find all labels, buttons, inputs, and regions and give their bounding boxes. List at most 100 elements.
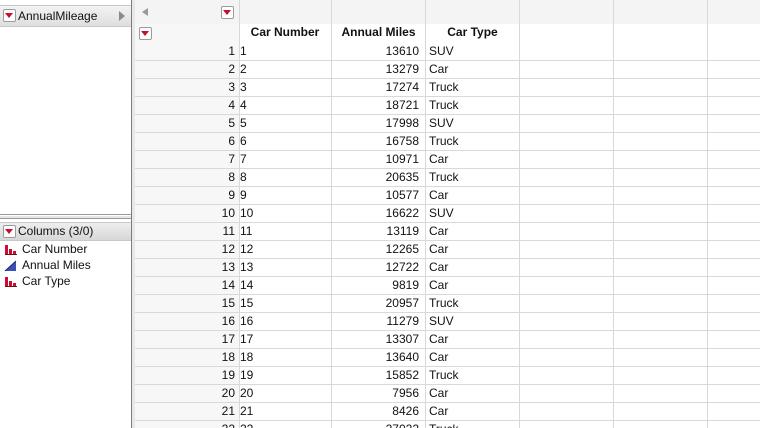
row-number[interactable]: 3 bbox=[135, 80, 235, 95]
car-type-cell[interactable]: Truck bbox=[429, 170, 519, 185]
car-type-cell[interactable]: Truck bbox=[429, 296, 519, 311]
scroll-left-icon[interactable] bbox=[142, 8, 148, 16]
table-row[interactable]: 11 11 13119 Car bbox=[135, 222, 760, 241]
car-type-cell[interactable]: SUV bbox=[429, 206, 519, 221]
row-number[interactable]: 1 bbox=[135, 44, 235, 59]
annual-miles-cell[interactable]: 10971 bbox=[331, 152, 419, 167]
row-number[interactable]: 19 bbox=[135, 368, 235, 383]
row-number[interactable]: 5 bbox=[135, 116, 235, 131]
table-row[interactable]: 222227022Truck bbox=[135, 420, 760, 428]
row-number[interactable]: 15 bbox=[135, 296, 235, 311]
car-number-cell[interactable]: 18 bbox=[240, 350, 330, 365]
annual-miles-cell[interactable]: 12265 bbox=[331, 242, 419, 257]
columns-menu-triangle-icon[interactable] bbox=[3, 225, 16, 238]
car-number-cell[interactable]: 15 bbox=[240, 296, 330, 311]
annual-miles-cell[interactable]: 8426 bbox=[331, 404, 419, 419]
car-type-cell[interactable]: SUV bbox=[429, 116, 519, 131]
annual-miles-cell[interactable]: 20957 bbox=[331, 296, 419, 311]
row-number[interactable]: 2 bbox=[135, 62, 235, 77]
table-row[interactable]: 15 15 20957 Truck bbox=[135, 294, 760, 313]
column-header-annual-miles[interactable]: Annual Miles bbox=[332, 25, 425, 41]
car-number-cell[interactable]: 11 bbox=[240, 224, 330, 239]
car-type-cell[interactable]: Car bbox=[429, 224, 519, 239]
car-type-cell[interactable]: Truck bbox=[429, 422, 519, 428]
row-number[interactable]: 14 bbox=[135, 278, 235, 293]
car-number-cell[interactable]: 17 bbox=[240, 332, 330, 347]
columns-panel-header[interactable]: Columns (3/0) bbox=[0, 222, 131, 241]
table-row[interactable]: 17 17 13307 Car bbox=[135, 330, 760, 349]
table-row[interactable]: 5 5 17998 SUV bbox=[135, 114, 760, 133]
annual-miles-cell[interactable]: 15852 bbox=[331, 368, 419, 383]
car-number-cell[interactable]: 5 bbox=[240, 116, 330, 131]
car-number-cell[interactable]: 9 bbox=[240, 188, 330, 203]
car-type-cell[interactable]: Truck bbox=[429, 80, 519, 95]
annual-miles-cell[interactable]: 13279 bbox=[331, 62, 419, 77]
row-number[interactable]: 16 bbox=[135, 314, 235, 329]
annual-miles-cell[interactable]: 7956 bbox=[331, 386, 419, 401]
car-type-cell[interactable]: Car bbox=[429, 152, 519, 167]
annual-miles-cell[interactable]: 18721 bbox=[331, 98, 419, 113]
car-number-cell[interactable]: 14 bbox=[240, 278, 330, 293]
car-number-cell[interactable]: 7 bbox=[240, 152, 330, 167]
annual-miles-cell[interactable]: 20635 bbox=[331, 170, 419, 185]
car-number-cell[interactable]: 6 bbox=[240, 134, 330, 149]
table-row[interactable]: 12 12 12265 Car bbox=[135, 240, 760, 259]
table-row[interactable]: 3 3 17274 Truck bbox=[135, 78, 760, 97]
car-number-cell[interactable]: 12 bbox=[240, 242, 330, 257]
annual-miles-cell[interactable]: 11279 bbox=[331, 314, 419, 329]
table-row[interactable]: 18 18 13640 Car bbox=[135, 348, 760, 367]
car-type-cell[interactable]: Truck bbox=[429, 134, 519, 149]
car-number-cell[interactable]: 2 bbox=[240, 62, 330, 77]
car-type-cell[interactable]: Car bbox=[429, 350, 519, 365]
car-number-cell[interactable]: 21 bbox=[240, 404, 330, 419]
car-number-cell[interactable]: 8 bbox=[240, 170, 330, 185]
annual-miles-cell[interactable]: 27022 bbox=[331, 422, 419, 428]
car-number-cell[interactable]: 13 bbox=[240, 260, 330, 275]
annual-miles-cell[interactable]: 9819 bbox=[331, 278, 419, 293]
car-number-cell[interactable]: 20 bbox=[240, 386, 330, 401]
table-menu-triangle-icon[interactable] bbox=[3, 9, 16, 22]
annual-miles-cell[interactable]: 17274 bbox=[331, 80, 419, 95]
table-row[interactable]: 14 14 9819 Car bbox=[135, 276, 760, 295]
table-row[interactable]: 7 7 10971 Car bbox=[135, 150, 760, 169]
table-row[interactable]: 9 9 10577 Car bbox=[135, 186, 760, 205]
row-number[interactable]: 9 bbox=[135, 188, 235, 203]
car-type-cell[interactable]: SUV bbox=[429, 44, 519, 59]
grid-menu-triangle-icon[interactable] bbox=[221, 6, 234, 19]
row-number[interactable]: 22 bbox=[135, 422, 235, 428]
car-number-cell[interactable]: 4 bbox=[240, 98, 330, 113]
car-type-cell[interactable]: Car bbox=[429, 404, 519, 419]
car-type-cell[interactable]: Car bbox=[429, 278, 519, 293]
car-number-cell[interactable]: 3 bbox=[240, 80, 330, 95]
table-row[interactable]: 8 8 20635 Truck bbox=[135, 168, 760, 187]
table-row[interactable]: 20 20 7956 Car bbox=[135, 384, 760, 403]
car-type-cell[interactable]: Car bbox=[429, 386, 519, 401]
row-number[interactable]: 4 bbox=[135, 98, 235, 113]
row-number[interactable]: 13 bbox=[135, 260, 235, 275]
car-number-cell[interactable]: 10 bbox=[240, 206, 330, 221]
table-row[interactable]: 21 21 8426 Car bbox=[135, 402, 760, 421]
car-number-cell[interactable]: 19 bbox=[240, 368, 330, 383]
rows-menu-triangle-icon[interactable] bbox=[139, 27, 152, 40]
row-number[interactable]: 6 bbox=[135, 134, 235, 149]
car-number-cell[interactable]: 22 bbox=[240, 422, 330, 428]
row-number[interactable]: 12 bbox=[135, 242, 235, 257]
car-number-cell[interactable]: 1 bbox=[240, 44, 330, 59]
row-number[interactable]: 18 bbox=[135, 350, 235, 365]
column-header-car-number[interactable]: Car Number bbox=[240, 25, 330, 41]
table-row[interactable]: 2 2 13279 Car bbox=[135, 60, 760, 79]
row-number[interactable]: 21 bbox=[135, 404, 235, 419]
car-type-cell[interactable]: SUV bbox=[429, 314, 519, 329]
annual-miles-cell[interactable]: 13119 bbox=[331, 224, 419, 239]
annual-miles-cell[interactable]: 12722 bbox=[331, 260, 419, 275]
table-row[interactable]: 4 4 18721 Truck bbox=[135, 96, 760, 115]
table-row[interactable]: 10 10 16622 SUV bbox=[135, 204, 760, 223]
row-number[interactable]: 11 bbox=[135, 224, 235, 239]
expand-panel-icon[interactable] bbox=[119, 11, 125, 21]
car-type-cell[interactable]: Car bbox=[429, 242, 519, 257]
row-number[interactable]: 8 bbox=[135, 170, 235, 185]
annual-miles-cell[interactable]: 17998 bbox=[331, 116, 419, 131]
annual-miles-cell[interactable]: 13640 bbox=[331, 350, 419, 365]
car-type-cell[interactable]: Car bbox=[429, 332, 519, 347]
row-number[interactable]: 20 bbox=[135, 386, 235, 401]
